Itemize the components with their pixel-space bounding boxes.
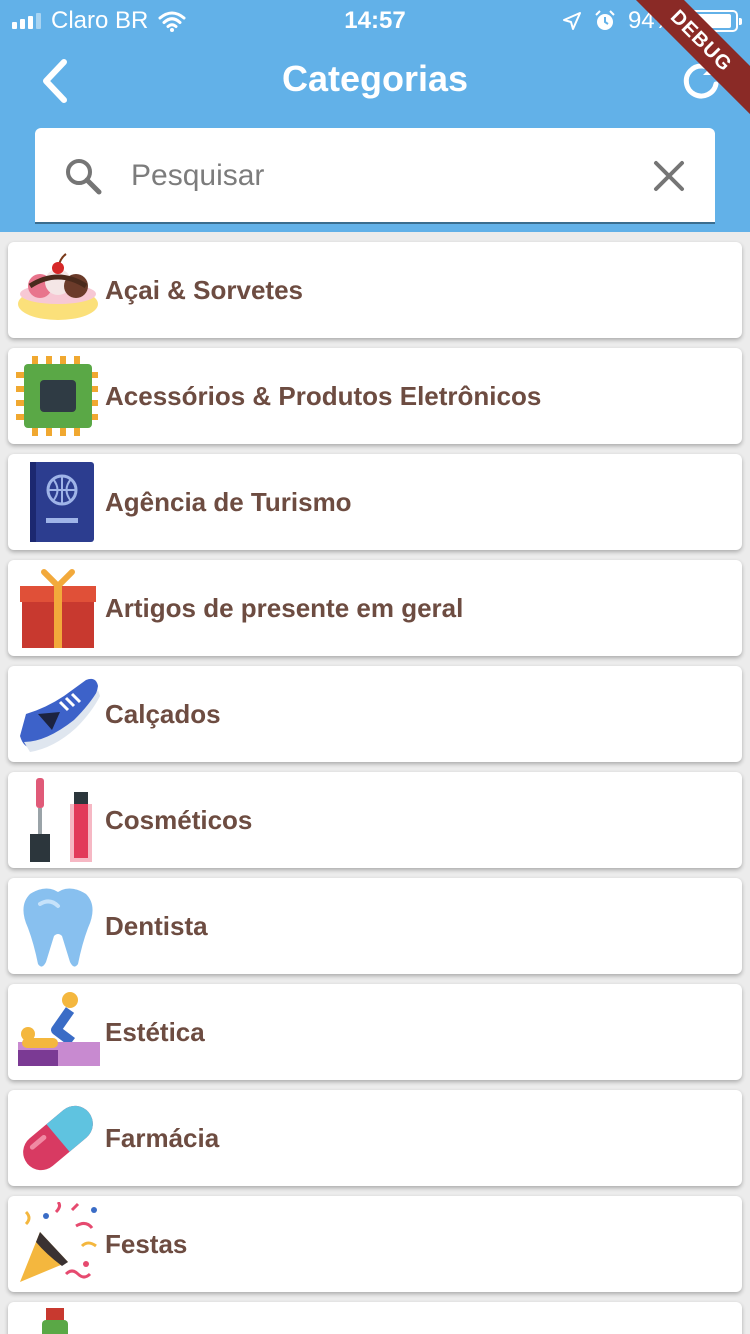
category-label: Cosméticos <box>105 805 253 835</box>
category-label: Artigos de presente em geral <box>105 593 464 623</box>
category-item[interactable]: Dentista <box>8 878 742 974</box>
search-input[interactable] <box>131 150 631 202</box>
search-bar <box>35 128 715 224</box>
category-item[interactable]: Cosméticos <box>8 772 742 868</box>
massage-icon <box>18 992 100 1066</box>
pill-icon <box>23 1105 93 1171</box>
category-label: Acessórios & Produtos Eletrônicos <box>105 381 542 411</box>
status-bar: Claro BR 14:57 94% <box>0 0 750 40</box>
category-item[interactable]: Acessórios & Produtos Eletrônicos <box>8 348 742 444</box>
category-item[interactable]: Agência de Turismo <box>8 454 742 550</box>
category-item[interactable] <box>8 1302 742 1334</box>
page-title: Categorias <box>281 58 469 99</box>
category-label: Calçados <box>105 699 221 729</box>
category-item[interactable]: Açai & Sorvetes <box>8 242 742 338</box>
sneaker-icon <box>20 678 100 752</box>
tooth-icon <box>23 888 93 967</box>
category-item[interactable]: Farmácia <box>8 1090 742 1186</box>
category-label: Dentista <box>105 911 208 941</box>
lipstick-icon <box>30 778 92 862</box>
search-icon <box>66 159 102 195</box>
category-item[interactable]: Calçados <box>8 666 742 762</box>
chevron-left-icon <box>43 59 67 103</box>
category-label: Festas <box>105 1229 188 1259</box>
category-item[interactable]: Estética <box>8 984 742 1080</box>
party-popper-icon <box>20 1202 97 1282</box>
alarm-icon <box>595 10 615 30</box>
category-label: Açai & Sorvetes <box>105 275 303 305</box>
category-item[interactable]: Artigos de presente em geral <box>8 560 742 656</box>
gift-icon <box>20 569 96 648</box>
ice-cream-icon <box>18 253 98 320</box>
bottle-icon <box>42 1308 68 1334</box>
category-label: Agência de Turismo <box>105 487 352 517</box>
chip-icon <box>16 356 98 436</box>
app-bar: Claro BR 14:57 94% Categorias Pesquisar <box>0 0 750 232</box>
passport-icon <box>30 462 94 542</box>
close-icon[interactable] <box>651 158 687 194</box>
back-button[interactable] <box>30 56 80 106</box>
category-item[interactable]: Festas <box>8 1196 742 1292</box>
location-icon <box>562 12 581 30</box>
category-label: Estética <box>105 1017 205 1047</box>
category-label: Farmácia <box>105 1123 220 1153</box>
